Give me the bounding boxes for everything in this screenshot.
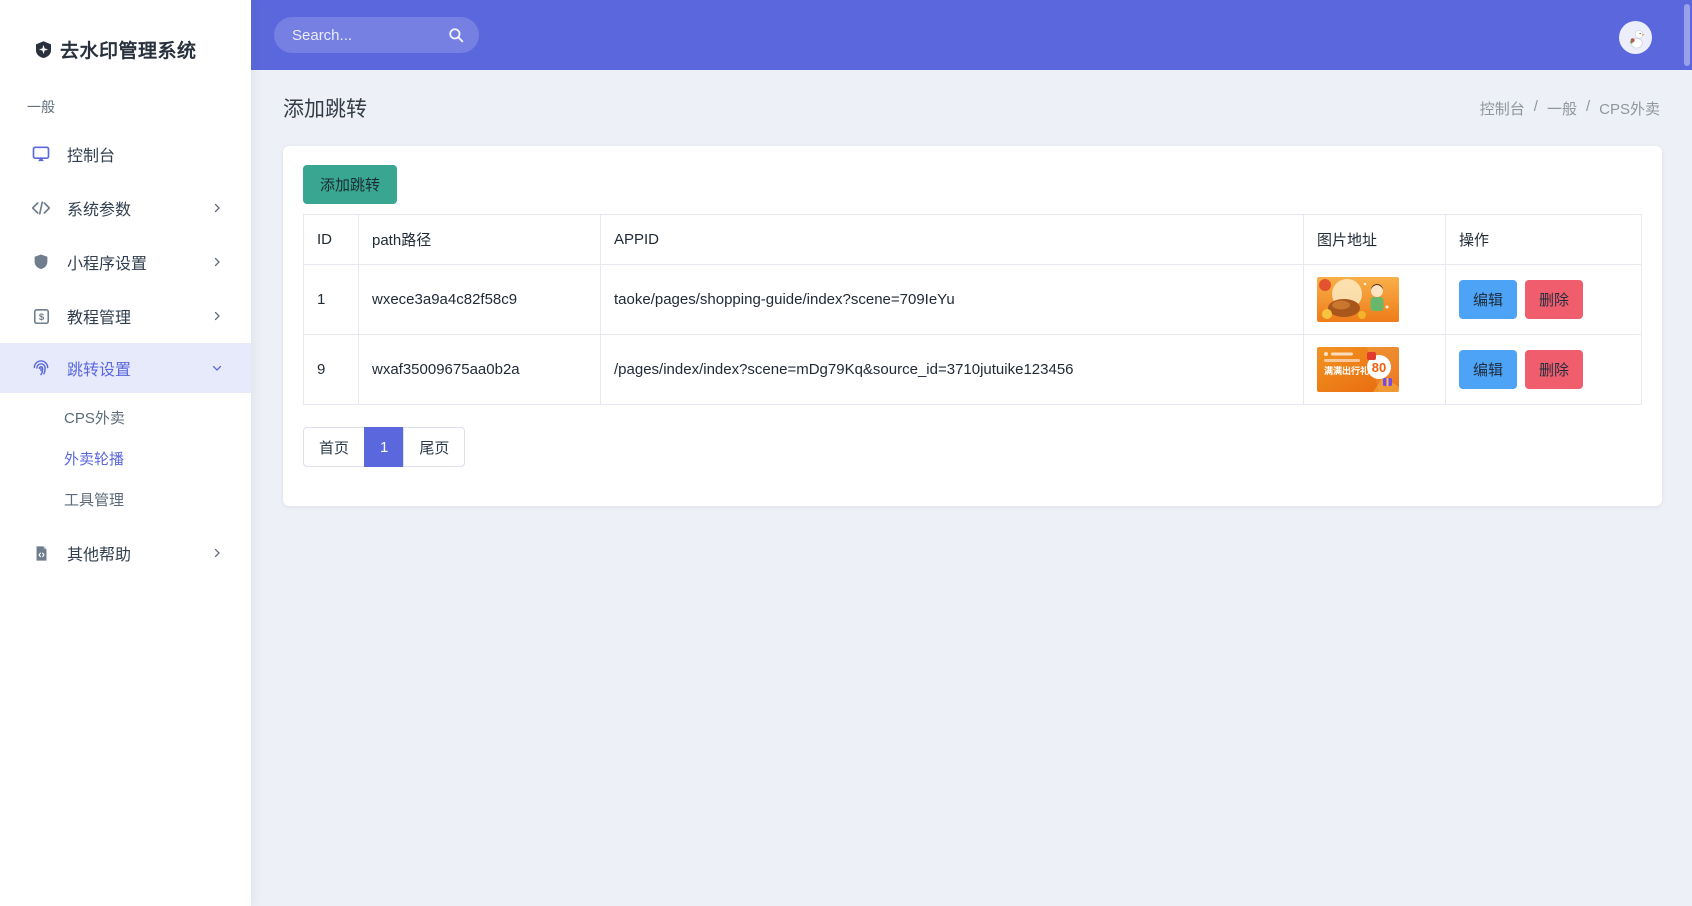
- cell-appid: /pages/index/index?scene=mDg79Kq&source_…: [600, 334, 1304, 405]
- desktop-icon: [30, 144, 52, 164]
- column-header-image: 图片地址: [1303, 214, 1446, 265]
- app-title: 去水印管理系统: [60, 41, 197, 62]
- column-header-path: path路径: [358, 214, 601, 265]
- column-header-actions: 操作: [1445, 214, 1642, 265]
- sidebar-section-label: 一般: [27, 99, 55, 115]
- sidebar-item-label: 其他帮助: [67, 547, 132, 564]
- food-festival-banner-thumbnail: [1317, 277, 1399, 322]
- chevron-right-icon: [211, 256, 223, 268]
- cell-path: wxaf35009675aa0b2a: [358, 334, 601, 405]
- breadcrumb-separator: /: [1533, 97, 1538, 115]
- pagination-current-page[interactable]: 1: [364, 427, 405, 467]
- travel-gift-banner-thumbnail: 满满出行礼包 80: [1317, 347, 1399, 392]
- sidebar-item-miniprogram-settings[interactable]: 小程序设置: [0, 235, 251, 289]
- cell-id: 9: [303, 334, 359, 405]
- sidebar-item-label: 系统参数: [67, 202, 132, 219]
- delete-button[interactable]: 删除: [1525, 350, 1584, 389]
- sidebar-item-label: 控制台: [67, 148, 116, 165]
- sidebar-subitem-cps-takeout[interactable]: CPS外卖: [0, 397, 251, 438]
- chevron-right-icon: [211, 202, 223, 214]
- cell-appid: taoke/pages/shopping-guide/index?scene=7…: [600, 264, 1304, 335]
- breadcrumb-item-console[interactable]: 控制台: [1480, 98, 1525, 119]
- sidebar-item-label: 小程序设置: [67, 256, 148, 273]
- banner-badge: 80: [1372, 360, 1386, 375]
- sidebar-item-label: 教程管理: [67, 310, 132, 327]
- chevron-down-icon: [211, 362, 223, 374]
- delete-button[interactable]: 删除: [1525, 280, 1584, 319]
- sidebar-subitem-tool-management[interactable]: 工具管理: [0, 479, 251, 520]
- sidebar-item-tutorial-management[interactable]: $ 教程管理: [0, 289, 251, 343]
- cell-image: 满满出行礼包 80: [1303, 334, 1446, 405]
- column-header-appid: APPID: [600, 214, 1304, 265]
- cell-id: 1: [303, 264, 359, 335]
- cell-actions: 编辑 删除: [1445, 334, 1642, 405]
- svg-text:$: $: [38, 312, 44, 323]
- app-logo[interactable]: 去水印管理系统: [0, 0, 251, 63]
- table-row: 1 wxece3a9a4c82f58c9 taoke/pages/shoppin…: [303, 264, 1642, 335]
- sidebar: 去水印管理系统 一般 控制台 系统参数 小程序设置 $ 教程管理 跳转设置 CP…: [0, 0, 251, 906]
- cell-actions: 编辑 删除: [1445, 264, 1642, 335]
- sidebar-item-other-help[interactable]: 其他帮助: [0, 526, 251, 580]
- sidebar-item-console[interactable]: 控制台: [0, 127, 251, 181]
- jumps-table: ID path路径 APPID 图片地址 操作 1 wxece3a9a4c82f…: [303, 214, 1642, 405]
- content-card: 添加跳转 ID path路径 APPID 图片地址 操作 1 wxece3a9a…: [283, 146, 1662, 506]
- add-jump-button[interactable]: 添加跳转: [303, 165, 398, 204]
- chevron-right-icon: [211, 310, 223, 322]
- cell-path: wxece3a9a4c82f58c9: [358, 264, 601, 335]
- top-bar: [251, 0, 1692, 70]
- sidebar-item-system-params[interactable]: 系统参数: [0, 181, 251, 235]
- breadcrumb: 控制台 / 一般 / CPS外卖: [1480, 98, 1660, 119]
- file-code-icon: [30, 544, 52, 563]
- page-title: 添加跳转: [283, 98, 367, 121]
- avatar[interactable]: [1619, 21, 1652, 54]
- breadcrumb-item-general[interactable]: 一般: [1547, 98, 1577, 119]
- pagination-last-button[interactable]: 尾页: [403, 427, 466, 467]
- column-header-id: ID: [303, 214, 359, 265]
- search-input[interactable]: [292, 26, 447, 44]
- search-box[interactable]: [274, 17, 479, 53]
- scrollbar-thumb[interactable]: [1684, 4, 1690, 66]
- sidebar-item-jump-settings[interactable]: 跳转设置: [0, 343, 251, 393]
- fingerprint-icon: [30, 358, 52, 378]
- main-content: 添加跳转 控制台 / 一般 / CPS外卖 添加跳转 ID path路径 APP…: [251, 70, 1692, 506]
- shield-icon: [30, 252, 52, 272]
- edit-button[interactable]: 编辑: [1459, 280, 1518, 319]
- table-header-row: ID path路径 APPID 图片地址 操作: [303, 214, 1642, 265]
- page-header: 添加跳转 控制台 / 一般 / CPS外卖: [251, 70, 1692, 146]
- chevron-right-icon: [211, 547, 223, 559]
- breadcrumb-separator: /: [1585, 97, 1591, 115]
- sidebar-nav: 控制台 系统参数 小程序设置 $ 教程管理 跳转设置 CPS外卖 外卖轮播 工具…: [0, 127, 251, 580]
- dollar-square-icon: $: [30, 307, 52, 326]
- table-row: 9 wxaf35009675aa0b2a /pages/index/index?…: [303, 334, 1642, 405]
- pagination-first-button[interactable]: 首页: [303, 427, 366, 467]
- app-window: 去水印管理系统 一般 控制台 系统参数 小程序设置 $ 教程管理 跳转设置 CP…: [0, 0, 1692, 906]
- code-icon: [30, 198, 52, 218]
- search-icon[interactable]: [447, 26, 465, 44]
- sidebar-item-label: 跳转设置: [67, 362, 132, 379]
- cell-image: [1303, 264, 1446, 335]
- breadcrumb-item-current: CPS外卖: [1599, 100, 1660, 118]
- edit-button[interactable]: 编辑: [1459, 350, 1518, 389]
- app-logo-icon: [34, 40, 53, 59]
- sidebar-subitem-takeout-carousel[interactable]: 外卖轮播: [0, 438, 251, 479]
- pagination: 首页 1 尾页: [303, 427, 466, 467]
- sidebar-submenu-jump-settings: CPS外卖 外卖轮播 工具管理: [0, 393, 251, 526]
